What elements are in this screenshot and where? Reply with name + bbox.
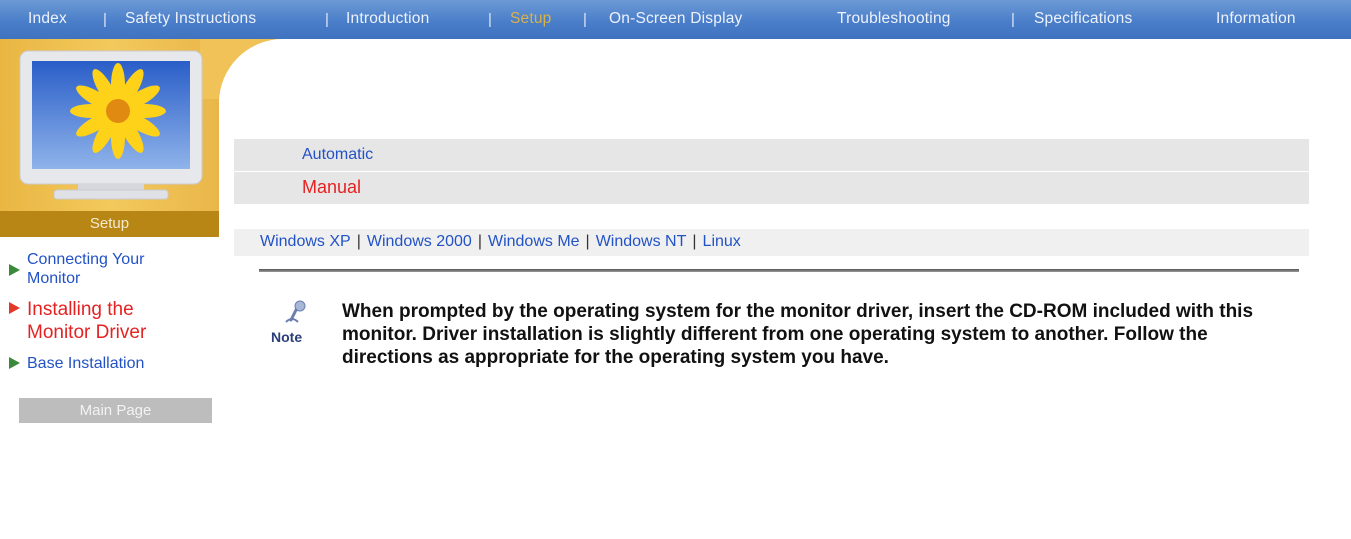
content-background [219,39,1351,539]
os-link-windows-nt[interactable]: Windows NT [596,233,687,250]
arrow-right-icon [9,302,20,314]
menu-item-label[interactable]: Automatic [302,146,373,164]
menu-item-label[interactable]: Manual [302,177,361,198]
nav-introduction[interactable]: Introduction [346,10,429,28]
nav-specifications[interactable]: Specifications [1034,10,1132,28]
nav-separator: | [488,11,492,28]
menu-item-automatic[interactable]: Automatic [234,139,1309,171]
sidebar-item-label[interactable]: Installing the Monitor Driver [27,298,202,344]
link-separator: | [477,233,482,250]
note-icon: Note [271,300,306,345]
nav-separator: | [583,11,587,28]
main-page-button[interactable]: Main Page [19,398,212,423]
top-navigation: Index Safety Instructions Introduction S… [0,0,1351,46]
link-separator: | [692,233,697,250]
nav-separator: | [1011,11,1015,28]
os-link-windows-2000[interactable]: Windows 2000 [367,233,472,250]
os-link-windows-me[interactable]: Windows Me [488,233,580,250]
divider [259,269,1299,272]
link-separator: | [356,233,361,250]
note-label: Note [271,329,302,345]
nav-information[interactable]: Information [1216,10,1296,28]
os-link-bar: Windows XP | Windows 2000 | Windows Me | Windo… [234,229,1309,256]
arrow-right-icon [9,264,20,276]
sidebar-section-title: Setup [0,211,219,237]
nav-troubleshooting[interactable]: Troubleshooting [837,10,951,28]
nav-separator: | [325,11,329,28]
link-separator: | [585,233,590,250]
nav-separator: | [103,11,107,28]
os-link-windows-xp[interactable]: Windows XP [260,233,351,250]
sidebar-item-label[interactable]: Base Installation [27,354,144,373]
arrow-right-icon [9,357,20,369]
note-text: When prompted by the operating system fo… [342,301,1254,368]
nav-setup[interactable]: Setup [510,10,552,28]
nav-safety-instructions[interactable]: Safety Instructions [125,10,256,28]
menu-item-manual[interactable]: Manual [234,172,1309,204]
nav-index[interactable]: Index [28,10,67,28]
monitor-image [19,50,203,200]
os-link-linux[interactable]: Linux [703,233,741,250]
sidebar-item-label[interactable]: Connecting Your Monitor [27,250,197,288]
nav-on-screen-display[interactable]: On-Screen Display [609,10,742,28]
